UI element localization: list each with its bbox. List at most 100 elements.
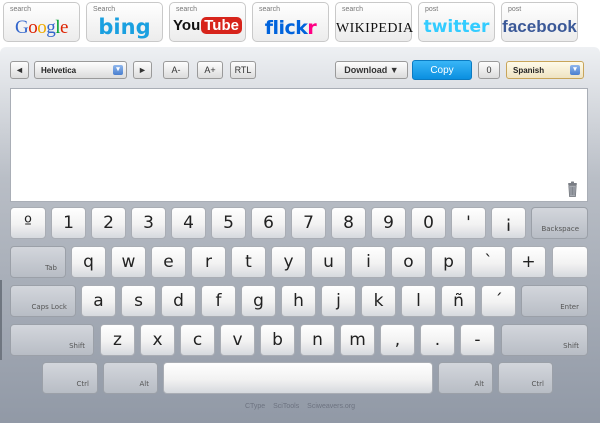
key[interactable]: d [161, 285, 196, 317]
key[interactable]: t [231, 246, 266, 278]
key[interactable]: ´ [481, 285, 516, 317]
footer-link-scitools[interactable]: SciTools [273, 403, 299, 410]
language-select[interactable]: Spanish ▾ [506, 61, 584, 79]
key[interactable]: 3 [131, 207, 166, 239]
site-caption: search [342, 6, 364, 13]
google-logo: Google [4, 17, 79, 39]
window-edge [0, 280, 2, 360]
key[interactable]: 2 [91, 207, 126, 239]
twitter-logo: twitter [419, 17, 494, 37]
site-caption: post [508, 6, 522, 13]
footer-link-sciweavers[interactable]: Sciweavers.org [307, 403, 355, 410]
youtube-search-button[interactable]: search You Tube [169, 2, 246, 42]
left-alt-key[interactable]: Alt [103, 362, 158, 394]
flickr-wordmark-r: r [307, 17, 317, 39]
character-count-value: 0 [486, 65, 492, 75]
key[interactable]: m [340, 324, 375, 356]
facebook-post-button[interactable]: post facebook [501, 2, 578, 42]
key[interactable]: h [281, 285, 316, 317]
left-ctrl-key[interactable]: Ctrl [42, 362, 98, 394]
key[interactable]: + [511, 246, 546, 278]
key[interactable]: g [241, 285, 276, 317]
key[interactable]: ' [451, 207, 486, 239]
key[interactable]: º [10, 207, 46, 239]
key[interactable]: 7 [291, 207, 326, 239]
trash-icon[interactable] [567, 181, 578, 197]
increase-font-button[interactable]: A+ [197, 61, 223, 79]
key[interactable]: u [311, 246, 346, 278]
key[interactable]: ` [471, 246, 506, 278]
right-ctrl-key[interactable]: Ctrl [498, 362, 553, 394]
decrease-font-label: A- [171, 65, 181, 75]
dropdown-icon: ▾ [570, 65, 580, 75]
prev-font-button[interactable]: ◄ [10, 61, 29, 79]
caps-lock-key[interactable]: Caps Lock [10, 285, 76, 317]
space-key[interactable] [163, 362, 433, 394]
key[interactable]: n [300, 324, 335, 356]
key[interactable]: 9 [371, 207, 406, 239]
wikipedia-search-button[interactable]: search WIKIPEDIA [335, 2, 413, 42]
key[interactable]: b [260, 324, 295, 356]
key[interactable]: x [140, 324, 175, 356]
key[interactable]: l [401, 285, 436, 317]
download-button[interactable]: Download ▼ [335, 61, 408, 79]
key[interactable]: y [271, 246, 306, 278]
key[interactable]: . [420, 324, 455, 356]
key[interactable]: z [100, 324, 135, 356]
right-alt-key[interactable]: Alt [438, 362, 493, 394]
key[interactable]: f [201, 285, 236, 317]
key[interactable]: v [220, 324, 255, 356]
enter-key[interactable]: Enter [521, 285, 588, 317]
key[interactable]: c [180, 324, 215, 356]
key[interactable]: p [431, 246, 466, 278]
key[interactable]: q [71, 246, 106, 278]
key[interactable]: r [191, 246, 226, 278]
key[interactable]: 0 [411, 207, 446, 239]
youtube-wordmark-tube: Tube [201, 17, 242, 34]
google-search-button[interactable]: search Google [3, 2, 80, 42]
next-arrow-icon: ► [138, 65, 147, 75]
key[interactable]: 6 [251, 207, 286, 239]
youtube-logo: You Tube [170, 17, 245, 35]
key[interactable]: a [81, 285, 116, 317]
footer-link-ctype[interactable]: CType [245, 403, 265, 410]
tab-key[interactable]: Tab [10, 246, 66, 278]
decrease-font-button[interactable]: A- [163, 61, 189, 79]
key[interactable]: 1 [51, 207, 86, 239]
bing-search-button[interactable]: Search bing [86, 2, 163, 42]
key[interactable]: k [361, 285, 396, 317]
backspace-key[interactable]: Backspace [531, 207, 588, 239]
footer-links: CType SciTools Sciweavers.org [0, 403, 600, 410]
font-select-value: Helvetica [41, 65, 77, 75]
key[interactable]: i [351, 246, 386, 278]
key[interactable]: 5 [211, 207, 246, 239]
key[interactable]: o [391, 246, 426, 278]
site-caption: post [425, 6, 439, 13]
key[interactable]: , [380, 324, 415, 356]
left-shift-key[interactable]: Shift [10, 324, 94, 356]
key[interactable] [552, 246, 588, 278]
key[interactable]: w [111, 246, 146, 278]
rtl-button[interactable]: RTL [230, 61, 256, 79]
font-select[interactable]: Helvetica ▾ [34, 61, 127, 79]
flickr-logo: flickr [253, 17, 328, 39]
copy-button[interactable]: Copy [412, 60, 472, 80]
increase-font-label: A+ [204, 65, 216, 75]
rtl-label: RTL [234, 65, 252, 75]
key[interactable]: ¡ [491, 207, 526, 239]
key[interactable]: j [321, 285, 356, 317]
twitter-post-button[interactable]: post twitter [418, 2, 495, 42]
key[interactable]: e [151, 246, 186, 278]
key[interactable]: 4 [171, 207, 206, 239]
key[interactable]: 8 [331, 207, 366, 239]
key[interactable]: s [121, 285, 156, 317]
next-font-button[interactable]: ► [133, 61, 152, 79]
text-input-area[interactable] [10, 88, 588, 202]
right-shift-key[interactable]: Shift [501, 324, 588, 356]
flickr-search-button[interactable]: search flickr [252, 2, 329, 42]
key[interactable]: ñ [441, 285, 476, 317]
google-wordmark: Google [15, 17, 68, 38]
facebook-logo: facebook [502, 17, 577, 37]
site-caption: Search [93, 6, 116, 13]
key[interactable]: - [460, 324, 495, 356]
